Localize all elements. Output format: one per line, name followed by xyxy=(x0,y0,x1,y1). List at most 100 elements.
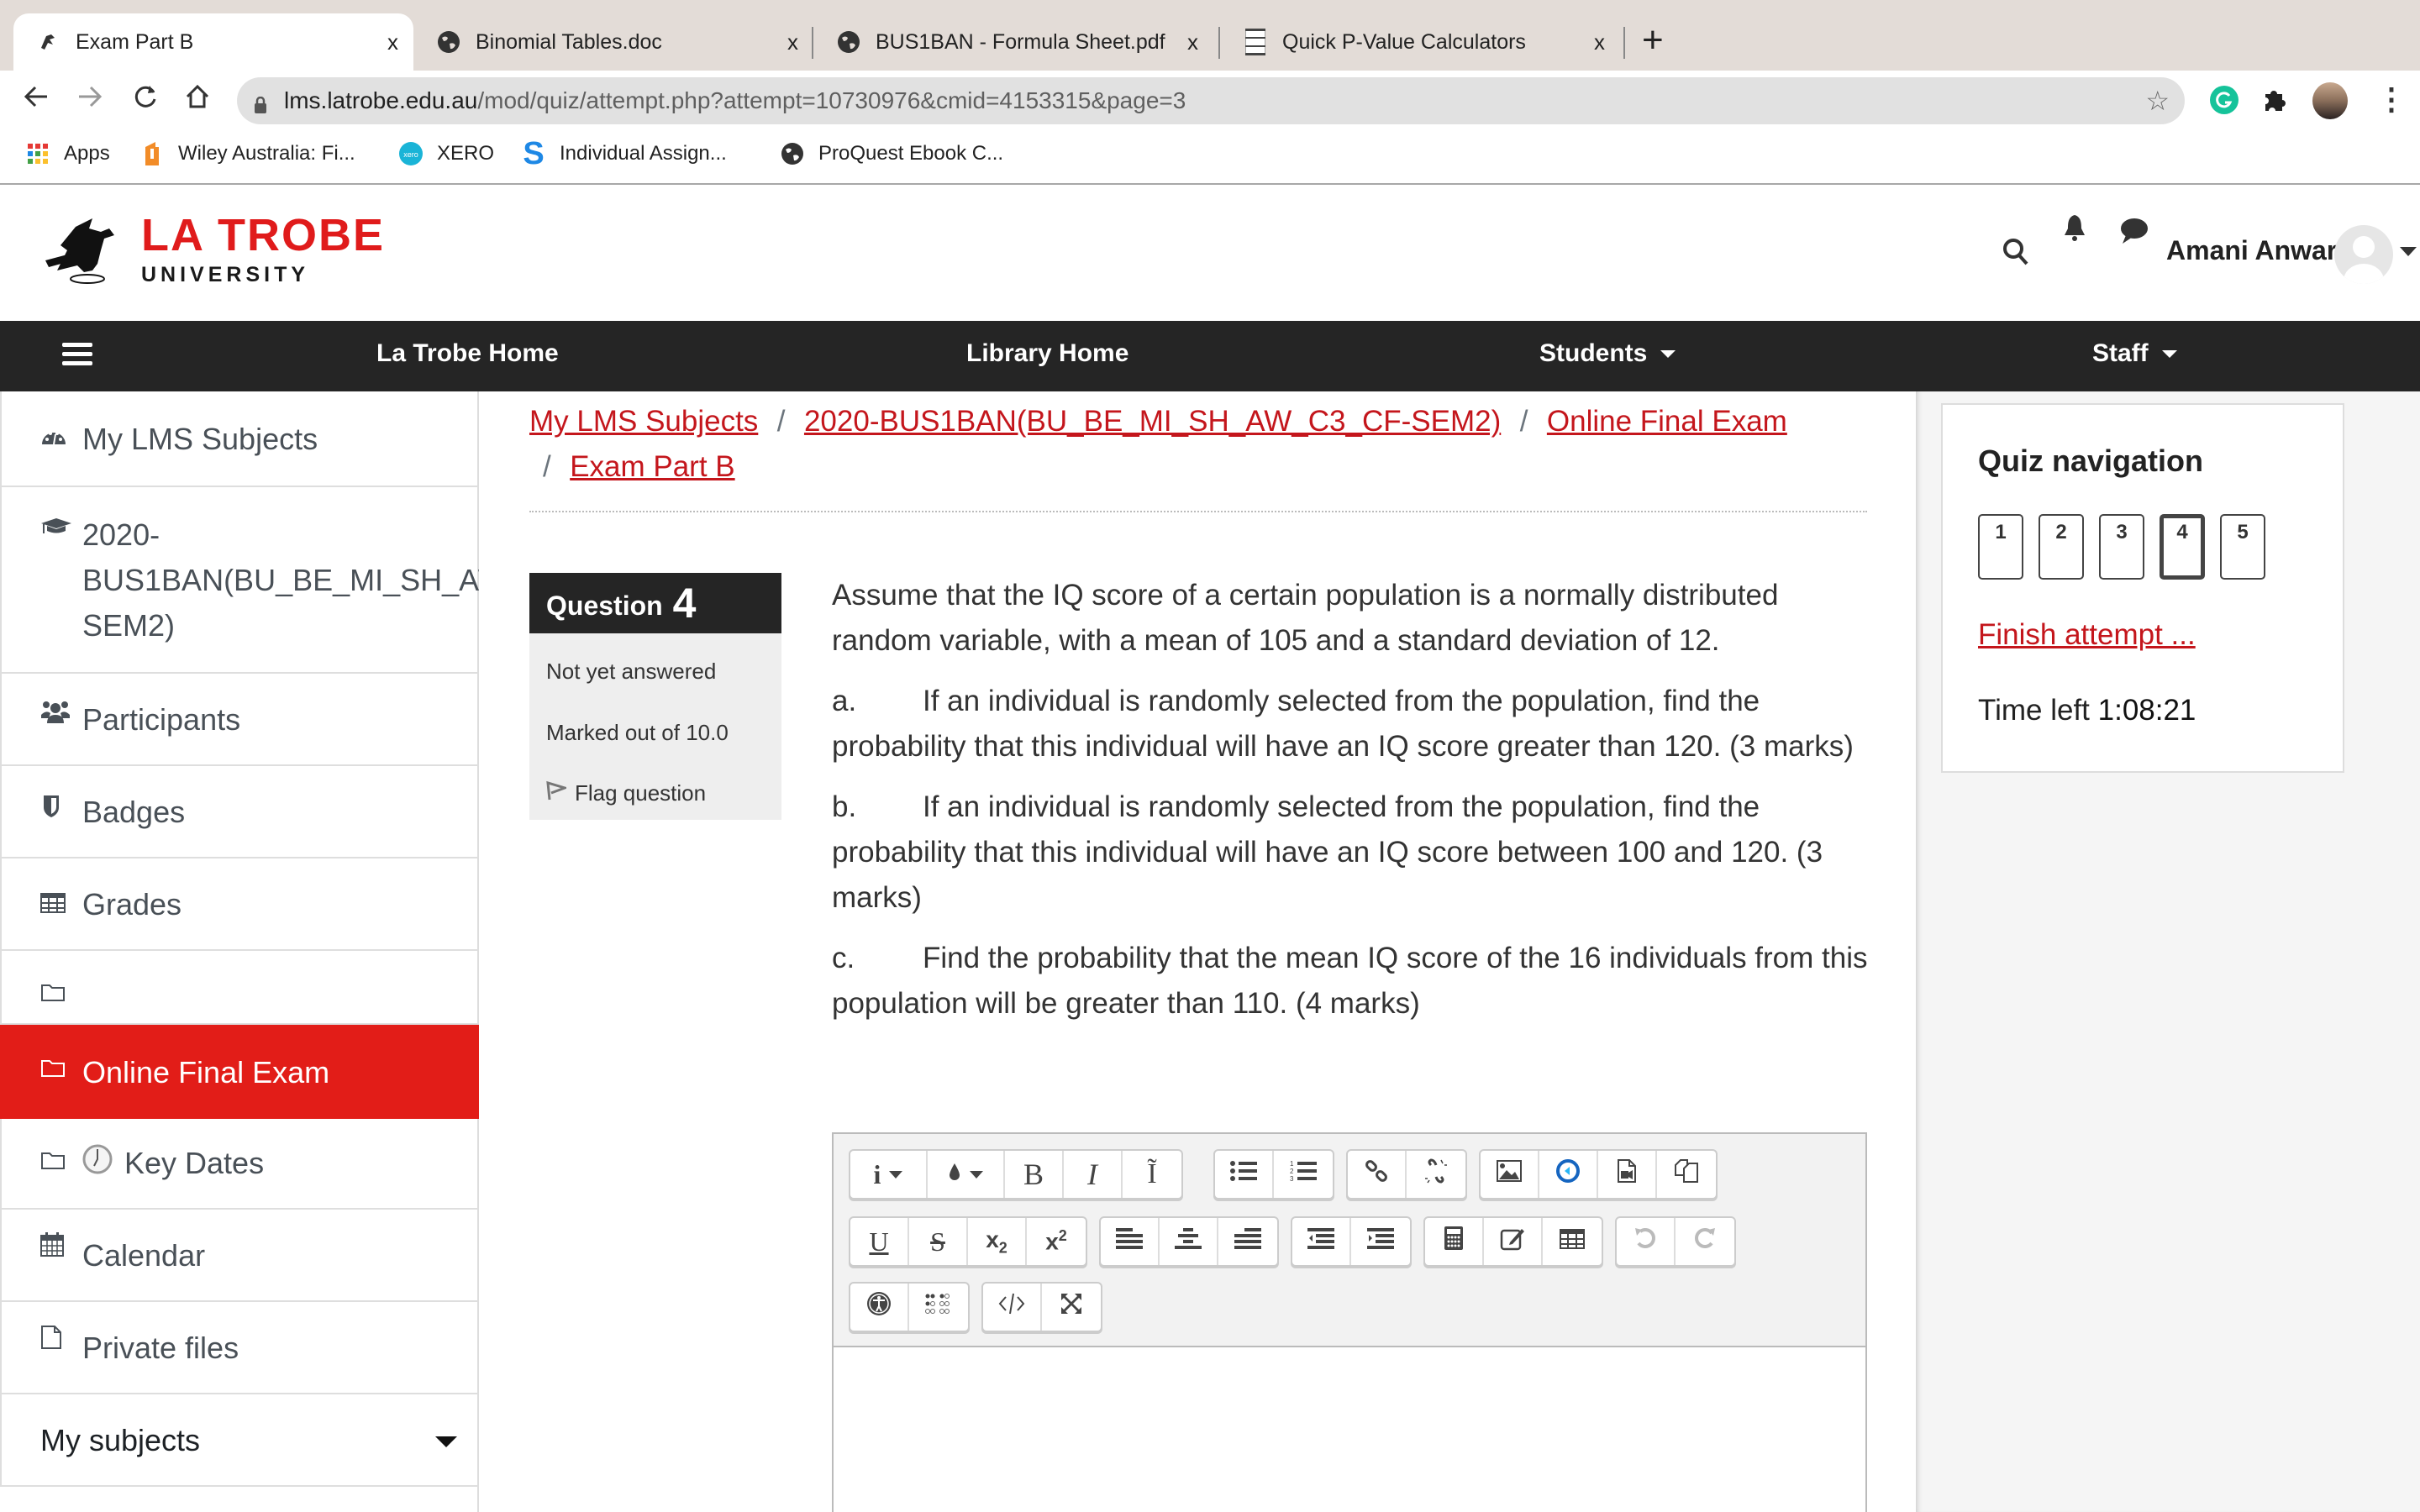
subscript-button[interactable]: x2 xyxy=(968,1218,1027,1265)
nav-la-trobe-home[interactable]: La Trobe Home xyxy=(376,339,559,368)
breadcrumb-my-lms-subjects[interactable]: My LMS Subjects xyxy=(529,405,758,438)
user-avatar[interactable] xyxy=(2334,225,2393,284)
link-button[interactable] xyxy=(1348,1151,1407,1198)
la-trobe-logo[interactable]: LA TROBE UNIVERSITY xyxy=(42,212,385,287)
quiz-nav-question-2[interactable]: 2 xyxy=(2039,514,2084,580)
manage-files-button[interactable] xyxy=(1657,1151,1716,1198)
nav-students[interactable]: Students xyxy=(1539,339,1676,368)
main-nav-bar: La Trobe Home Library Home Students Staf… xyxy=(0,321,2420,391)
unlink-button[interactable] xyxy=(1407,1151,1465,1198)
bookmark-wiley[interactable]: Wiley Australia: Fi... xyxy=(139,141,355,166)
user-menu-caret-icon[interactable] xyxy=(2400,247,2417,256)
finish-attempt-link[interactable]: Finish attempt ... xyxy=(1978,618,2196,652)
unordered-list-button[interactable] xyxy=(1215,1151,1274,1198)
text-editor-button[interactable] xyxy=(1484,1218,1543,1265)
bookmark-xero[interactable]: xero XERO xyxy=(398,141,494,166)
insert-media-button[interactable] xyxy=(1539,1151,1598,1198)
shield-icon xyxy=(40,791,67,818)
bold-button[interactable]: B xyxy=(1005,1151,1064,1198)
underline-button[interactable]: U xyxy=(850,1218,909,1265)
user-name[interactable]: Amani Anwar xyxy=(2166,235,2337,266)
extensions-puzzle-icon[interactable] xyxy=(2260,86,2289,114)
tab-binomial-tables[interactable]: Binomial Tables.doc x xyxy=(413,13,813,71)
breadcrumb-online-final-exam[interactable]: Online Final Exam xyxy=(1547,405,1787,438)
messages-chat-icon[interactable] xyxy=(2119,217,2149,249)
superscript-button[interactable]: x2 xyxy=(1027,1218,1086,1265)
bookmark-individual-assign[interactable]: S Individual Assign... xyxy=(521,136,726,171)
sidebar-item-badges[interactable]: Badges xyxy=(0,766,479,858)
strikethrough-button[interactable]: S xyxy=(909,1218,968,1265)
sidebar-item-my-subjects[interactable]: My subjects xyxy=(0,1394,479,1487)
tab-formula-sheet[interactable]: BUS1BAN - Formula Sheet.pdf x xyxy=(813,13,1213,71)
fullscreen-button[interactable] xyxy=(1042,1284,1101,1331)
sidebar-item-course[interactable]: 2020- BUS1BAN(BU_BE_MI_SH_AW_ SEM2) xyxy=(0,487,481,674)
close-tab-icon[interactable]: x xyxy=(787,29,798,55)
equation-editor-button[interactable] xyxy=(1425,1218,1484,1265)
new-tab-button[interactable]: + xyxy=(1642,22,1664,59)
reload-button[interactable] xyxy=(131,82,160,118)
profile-avatar[interactable] xyxy=(2312,82,2348,119)
tab-exam-part-b[interactable]: Exam Part B x xyxy=(13,13,413,71)
tab-p-value-calculators[interactable]: Quick P-Value Calculators x xyxy=(1220,13,1620,71)
nav-staff[interactable]: Staff xyxy=(2092,339,2177,368)
sidebar-item-calendar[interactable]: Calendar xyxy=(0,1210,479,1302)
sidebar-item-label: Online Final Exam xyxy=(82,1055,330,1089)
sidebar-item-online-final-exam[interactable]: Online Final Exam xyxy=(0,1025,479,1119)
sidebar-item-my-lms-subjects[interactable]: My LMS Subjects xyxy=(0,391,479,487)
wiley-icon xyxy=(139,141,165,166)
accessibility-checker-button[interactable] xyxy=(850,1284,909,1331)
align-center-button[interactable] xyxy=(1160,1218,1218,1265)
bookmark-star-icon[interactable]: ☆ xyxy=(2145,85,2170,117)
chevron-down-icon xyxy=(2161,349,2177,358)
xero-icon: xero xyxy=(398,141,424,166)
flag-question-button[interactable]: Flag question xyxy=(529,780,781,807)
browser-menu-icon[interactable]: ⋮ xyxy=(2376,82,2407,116)
screenreader-helper-button[interactable] xyxy=(909,1284,968,1331)
sidebar-item-participants[interactable]: Participants xyxy=(0,674,479,766)
italic-button[interactable]: I xyxy=(1064,1151,1123,1198)
undo-button[interactable] xyxy=(1617,1218,1676,1265)
quiz-nav-question-4[interactable]: 4 xyxy=(2160,514,2205,580)
close-tab-icon[interactable]: x xyxy=(387,29,398,55)
home-button[interactable] xyxy=(183,82,212,118)
quiz-nav-question-3[interactable]: 3 xyxy=(2099,514,2144,580)
breadcrumb-course[interactable]: 2020-BUS1BAN(BU_BE_MI_SH_AW_C3_CF-SEM2) xyxy=(804,405,1501,438)
close-tab-icon[interactable]: x xyxy=(1594,29,1605,55)
back-button[interactable] xyxy=(22,82,50,118)
clear-formatting-button[interactable]: Ĩ xyxy=(1123,1151,1181,1198)
grammarly-extension-icon[interactable] xyxy=(2210,86,2238,114)
sidebar-item-grades[interactable]: Grades xyxy=(0,858,479,951)
answer-text-area[interactable] xyxy=(834,1347,1865,1512)
insert-image-button[interactable] xyxy=(1481,1151,1539,1198)
bold-icon: B xyxy=(1023,1158,1044,1191)
hamburger-menu-icon[interactable] xyxy=(62,341,92,372)
html-source-button[interactable] xyxy=(983,1284,1042,1331)
breadcrumb-exam-part-b[interactable]: Exam Part B xyxy=(570,450,734,483)
sidebar-item-key-dates[interactable]: Key Dates xyxy=(0,1119,479,1210)
bookmark-proquest[interactable]: ProQuest Ebook C... xyxy=(780,141,1003,166)
url-bar[interactable]: lms.latrobe.edu.au/mod/quiz/attempt.php?… xyxy=(237,77,2185,124)
close-tab-icon[interactable]: x xyxy=(1187,29,1198,55)
eagle-logo-icon xyxy=(45,218,114,284)
ordered-list-button[interactable]: 123 xyxy=(1274,1151,1333,1198)
underline-icon: U xyxy=(869,1226,889,1257)
insert-table-button[interactable] xyxy=(1543,1218,1602,1265)
align-right-button[interactable] xyxy=(1218,1218,1277,1265)
nav-library-home[interactable]: Library Home xyxy=(966,339,1128,368)
quiz-nav-question-1[interactable]: 1 xyxy=(1978,514,2023,580)
redo-button[interactable] xyxy=(1676,1218,1734,1265)
notifications-bell-icon[interactable] xyxy=(2062,213,2087,248)
sidebar-item-private-files[interactable]: Private files xyxy=(0,1302,479,1394)
forward-button[interactable] xyxy=(76,82,104,118)
font-color-button[interactable] xyxy=(928,1151,1005,1198)
quiz-nav-question-5[interactable]: 5 xyxy=(2220,514,2265,580)
bookmark-apps[interactable]: Apps xyxy=(25,141,110,166)
outdent-button[interactable] xyxy=(1292,1218,1351,1265)
indent-button[interactable] xyxy=(1351,1218,1410,1265)
align-left-button[interactable] xyxy=(1101,1218,1160,1265)
tab-title: Quick P-Value Calculators xyxy=(1282,29,1526,54)
search-icon[interactable] xyxy=(2002,237,2030,271)
sidebar-item-section[interactable] xyxy=(0,951,479,1025)
paragraph-style-button[interactable]: i xyxy=(850,1151,928,1198)
record-video-button[interactable] xyxy=(1598,1151,1657,1198)
